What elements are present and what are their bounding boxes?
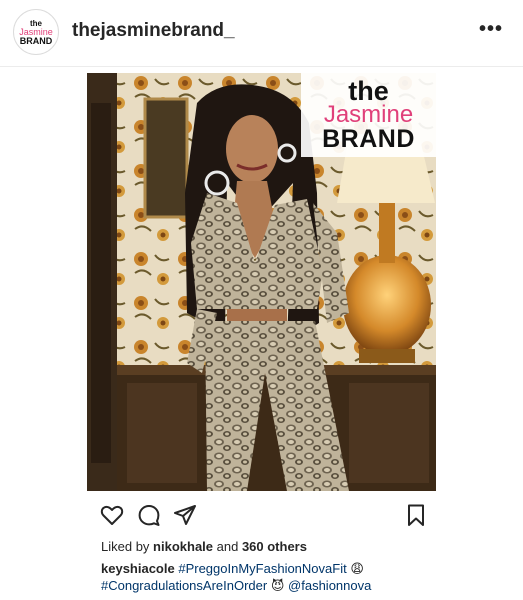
post-image[interactable]: the Jasmine BRAND xyxy=(87,73,436,491)
username-link[interactable]: thejasminebrand_ xyxy=(72,20,235,42)
weary-face-emoji-icon: 😩 xyxy=(350,561,364,576)
comment-icon[interactable] xyxy=(137,503,161,527)
hashtag-link[interactable]: #CongradulationsAreInOrder xyxy=(101,578,267,593)
avatar[interactable]: the Jasmine BRAND xyxy=(13,9,59,55)
mention-link[interactable]: @fashionnova xyxy=(288,578,371,593)
watermark-jasmine-text: Jasmine xyxy=(323,101,414,128)
likes-prefix: Liked by xyxy=(101,539,154,554)
likes-middle: and xyxy=(213,539,242,554)
post-caption: keyshiacole #PreggoInMyFashionNovaFit 😩 … xyxy=(101,560,431,594)
caption-username-link[interactable]: keyshiacole xyxy=(101,561,175,576)
likes-summary: Liked by nikokhale and 360 others xyxy=(101,539,307,554)
avatar-brand-text: BRAND xyxy=(19,35,53,46)
share-icon[interactable] xyxy=(173,503,197,527)
likes-count-link[interactable]: 360 others xyxy=(242,539,307,554)
liked-by-user-link[interactable]: nikokhale xyxy=(153,539,213,554)
bookmark-icon[interactable] xyxy=(404,503,428,527)
hashtag-link[interactable]: #PreggoInMyFashionNovaFit xyxy=(178,561,346,576)
devil-emoji-icon: 😈 xyxy=(270,578,285,593)
action-bar xyxy=(100,503,430,529)
post-header: the Jasmine BRAND thejasminebrand_ ••• xyxy=(0,0,523,67)
watermark-brand-text: BRAND xyxy=(322,125,415,153)
watermark-the-text: the xyxy=(348,76,389,106)
heart-icon[interactable] xyxy=(100,503,124,527)
brand-watermark: the Jasmine BRAND xyxy=(301,73,436,157)
more-options-icon[interactable]: ••• xyxy=(479,18,503,41)
